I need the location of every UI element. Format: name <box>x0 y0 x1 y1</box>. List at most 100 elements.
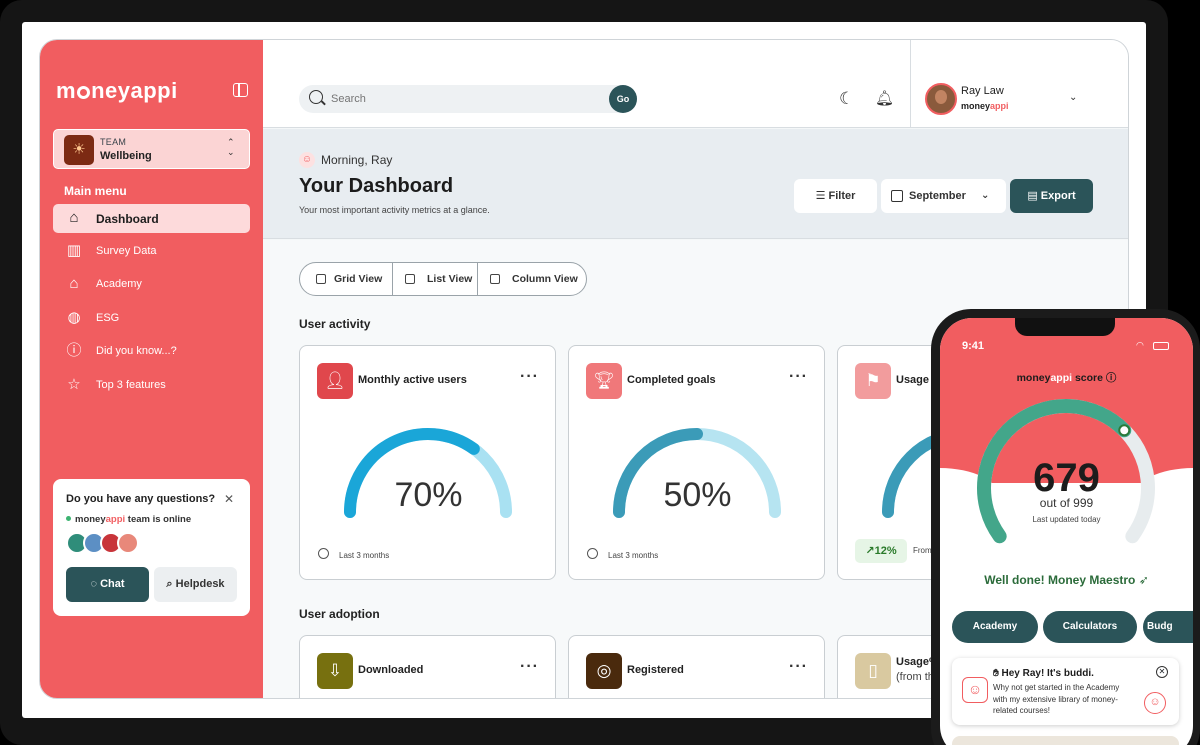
export-icon: ▤ <box>1027 190 1041 202</box>
chat-label: Chat <box>100 578 125 590</box>
view-label: Grid View <box>334 273 383 285</box>
badge-icon: ◎ <box>586 653 622 689</box>
rocket-icon: ➶ <box>1135 573 1149 587</box>
filter-label: Filter <box>828 190 856 202</box>
score-title: moneyappi score ⓘ <box>940 370 1193 385</box>
close-icon[interactable]: ✕ <box>1156 666 1168 678</box>
academy-button[interactable]: Academy <box>952 611 1038 643</box>
main-menu-heading: Main menu <box>64 184 127 198</box>
online-text: team is online <box>125 514 192 525</box>
more-icon[interactable]: ··· <box>789 658 808 676</box>
change-value: 12% <box>874 545 897 557</box>
avatar[interactable] <box>925 83 957 115</box>
chevron-up-down-icon: ⌃ ⌄ <box>227 137 235 157</box>
metric-card[interactable]: 👤︎ Monthly active users ··· 70% Last 3 m… <box>299 345 556 580</box>
gauge-value: 70% <box>394 476 463 514</box>
sunrise-icon: ☀ <box>64 135 94 165</box>
score-title-text: money <box>1016 372 1051 384</box>
sidebar-item-esg[interactable]: ◍ ESG <box>53 304 250 333</box>
column-view-button[interactable]: Column View <box>478 263 586 295</box>
phone-bottom-card <box>952 736 1179 745</box>
sidebar-item-did-you-know[interactable]: ⓘ Did you know...? <box>53 337 250 366</box>
brand-name: money <box>75 514 106 525</box>
graduation-cap-icon: ⌂ <box>69 275 79 292</box>
score-updated: Last updated today <box>1032 515 1101 524</box>
header-divider <box>910 40 911 128</box>
info-icon[interactable]: ⓘ <box>1103 372 1117 384</box>
flag-icon: ⚑ <box>855 363 891 399</box>
from-label: From <box>913 546 932 555</box>
greeting: Morning, Ray <box>321 153 393 167</box>
filter-button[interactable]: ☰ Filter <box>794 179 877 213</box>
buddi-title-text: Hey Ray! It's buddi. <box>1001 668 1094 679</box>
adoption-card[interactable]: ◎ Registered ··· <box>568 635 825 698</box>
page-title: Your Dashboard <box>299 175 454 197</box>
score-message-text: Well done! Money Maestro <box>984 573 1136 587</box>
search-bar[interactable]: Go <box>299 85 637 113</box>
sidebar-item-top-3-features[interactable]: ☆ Top 3 features <box>53 371 250 400</box>
export-label: Export <box>1040 190 1076 202</box>
team-selector[interactable]: ☀ TEAM Wellbeing ⌃ ⌄ <box>53 129 250 169</box>
help-question: Do you have any questions? <box>66 493 216 505</box>
grid-icon <box>316 274 326 284</box>
section-title: User adoption <box>299 607 380 621</box>
calculators-button[interactable]: Calculators <box>1043 611 1137 643</box>
phone-notch <box>1015 318 1115 336</box>
score-value: 679 <box>1033 456 1100 500</box>
more-icon[interactable]: ··· <box>789 368 808 386</box>
chat-icon: ◌ <box>90 578 101 590</box>
sidebar-collapse-icon[interactable] <box>233 83 248 97</box>
card-title: Registered <box>627 664 684 676</box>
clock-icon <box>587 548 598 559</box>
export-button[interactable]: ▤ Export <box>1010 179 1093 213</box>
user-name: Ray Law <box>961 85 1004 97</box>
go-button[interactable]: Go <box>609 85 637 113</box>
sidebar-item-label: Top 3 features <box>96 379 166 391</box>
close-icon[interactable]: ✕ <box>224 492 234 506</box>
list-icon <box>405 274 415 284</box>
smile-icon: ☺ <box>299 152 315 168</box>
sidebar-item-dashboard[interactable]: ⌂ Dashboard <box>53 204 250 233</box>
period-label: Last 3 months <box>339 551 390 560</box>
grid-view-button[interactable]: Grid View <box>300 263 392 295</box>
online-dot-icon <box>66 516 71 521</box>
sidebar-item-label: Did you know...? <box>96 345 177 357</box>
gauge-value: 50% <box>663 476 732 514</box>
buddi-body: Why not get started in the Academy with … <box>993 683 1120 715</box>
more-icon[interactable]: ··· <box>520 368 539 386</box>
list-view-button[interactable]: List View <box>393 263 477 295</box>
score-title-text: score <box>1072 372 1103 384</box>
view-switcher: Grid View List View Column View <box>299 262 587 296</box>
bell-icon[interactable]: 🔔︎ <box>875 90 894 107</box>
adoption-card[interactable]: ⇩ Downloaded ··· <box>299 635 556 698</box>
help-chat-card: Do you have any questions? ✕ moneyappi t… <box>53 479 250 616</box>
chat-button[interactable]: ◌ Chat <box>66 567 149 602</box>
search-input[interactable] <box>331 93 591 105</box>
change-badge: ↗12% <box>855 539 907 563</box>
search-icon: ⌕ <box>166 578 176 590</box>
card-title: Downloaded <box>358 664 424 676</box>
phone-frame: 9:41 ◠ moneyappi score ⓘ 679 out of 999 … <box>931 309 1200 745</box>
chevron-down-icon[interactable]: ⌄ <box>1069 92 1077 103</box>
trend-up-icon: ↗ <box>865 545 875 557</box>
column-icon <box>490 274 500 284</box>
sidebar-item-academy[interactable]: ⌂ Academy <box>53 270 250 299</box>
moon-icon[interactable]: ☾ <box>839 90 856 107</box>
sidebar-item-label: Academy <box>96 278 142 290</box>
more-icon[interactable]: ··· <box>520 658 539 676</box>
home-icon: ⌂ <box>69 209 79 226</box>
stage: m neyappi ☀ TEAM Wellbeing ⌃ ⌄ Main menu ⌂… <box>0 0 1200 745</box>
user-brand: moneyappi <box>961 101 1009 111</box>
sidebar-item-survey-data[interactable]: ▥ Survey Data <box>53 237 250 266</box>
month-select[interactable]: September ⌄ <box>881 179 1006 213</box>
budget-button[interactable]: Budg <box>1143 611 1193 643</box>
download-icon: ⇩ <box>317 653 353 689</box>
bar-chart-icon: ▥ <box>66 242 82 259</box>
smile-icon[interactable]: ☺ <box>1144 692 1166 714</box>
globe-icon: ◍ <box>67 309 81 326</box>
logo[interactable]: m neyappi <box>56 78 178 104</box>
buddi-title: ✋︎ Hey Ray! It's buddi. <box>993 668 1094 679</box>
wifi-icon: ◠ <box>1136 340 1144 350</box>
helpdesk-button[interactable]: ⌕ Helpdesk <box>154 567 237 602</box>
metric-card[interactable]: 🏆︎ Completed goals ··· 50% Last 3 months <box>568 345 825 580</box>
